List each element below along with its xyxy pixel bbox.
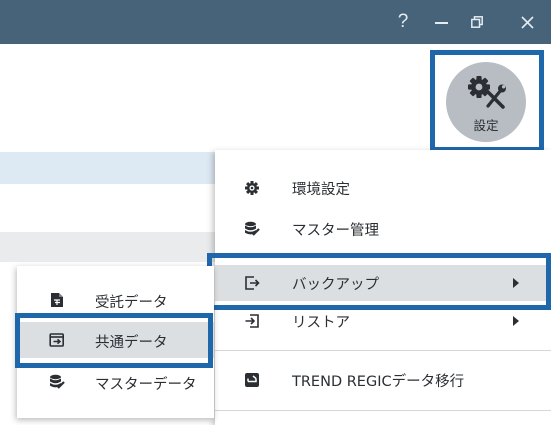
menu-item-label: リストア: [292, 314, 350, 331]
menu-item-trend-regic-migration[interactable]: TREND REGICデータ移行: [215, 362, 551, 398]
submenu-arrow-icon: [513, 316, 519, 326]
close-icon: [520, 15, 534, 29]
database-icon: [48, 373, 66, 391]
menu-item-label: マスター管理: [292, 222, 379, 239]
settings-highlight-frame: [430, 50, 544, 152]
menu-item-environment-settings[interactable]: 環境設定: [215, 170, 551, 206]
help-button[interactable]: ?: [386, 0, 420, 44]
close-button[interactable]: [510, 0, 544, 44]
database-icon: [243, 220, 261, 238]
minimize-icon: [434, 22, 448, 24]
import-icon: [243, 312, 261, 330]
title-bar: ?: [0, 0, 551, 44]
app-window: ? 設定 環境設定 マスター管理 バックアップ リストア TREND REGIC…: [0, 0, 551, 425]
common-data-highlight-frame: [15, 313, 213, 368]
gear-icon: [243, 179, 261, 197]
menu-item-label: TREND REGICデータ移行: [292, 373, 465, 390]
submenu-item-label: 受託データ: [95, 295, 168, 311]
submenu-item-master-data[interactable]: マスターデータ: [17, 364, 214, 400]
menu-divider: [215, 350, 551, 351]
restore-icon: [471, 16, 483, 28]
backup-highlight-frame: [207, 253, 551, 310]
document-icon: [48, 291, 66, 309]
transfer-icon: [243, 371, 261, 389]
menu-item-label: 環境設定: [292, 181, 350, 198]
minimize-button[interactable]: [424, 0, 458, 44]
submenu-item-label: マスターデータ: [95, 377, 197, 393]
restore-button[interactable]: [460, 0, 494, 44]
menu-divider: [215, 410, 551, 411]
menu-item-master-management[interactable]: マスター管理: [215, 211, 551, 247]
